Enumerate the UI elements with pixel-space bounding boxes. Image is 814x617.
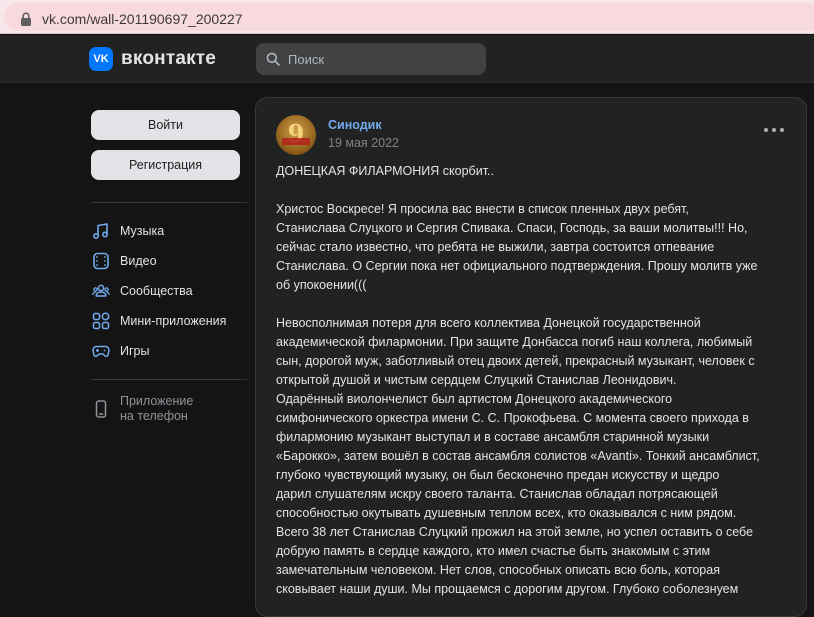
- sidebar-item-label: Видео: [120, 254, 157, 268]
- sidebar-item-label: Сообщества: [120, 284, 193, 298]
- post-text-line: глубоко чувствующий музыку, он был беско…: [276, 468, 720, 482]
- post-author-link[interactable]: Синодик: [328, 118, 382, 132]
- more-options-icon[interactable]: [764, 126, 784, 134]
- post-text-line: замечательным человеком. Нет слов, спосо…: [276, 563, 720, 577]
- post-text-line: сейчас стало известно, что ребята не выж…: [276, 240, 715, 254]
- register-button[interactable]: Регистрация: [91, 150, 240, 180]
- post-date[interactable]: 19 мая 2022: [328, 136, 399, 150]
- video-icon: [91, 251, 111, 271]
- music-icon: [91, 221, 111, 241]
- post-text: ДОНЕЦКАЯ ФИЛАРМОНИЯ скорбит.. Христос Вос…: [276, 162, 796, 599]
- sidebar-item-mobile-app[interactable]: Приложение на телефон: [91, 394, 230, 424]
- browser-address-bar: vk.com/wall-201190697_200227: [0, 0, 814, 34]
- sidebar-item-mini-apps[interactable]: Мини-приложения: [91, 306, 247, 336]
- post-text-line: добрую память в сердце каждого, кто имел…: [276, 544, 711, 558]
- login-button[interactable]: Войти: [91, 110, 240, 140]
- post-text-line: Станислава. О Сергии пока нет официально…: [276, 259, 758, 273]
- vk-logo[interactable]: VK вконтакте: [89, 46, 216, 72]
- communities-icon: [91, 281, 111, 301]
- post-text-line: симфонического оркестра имени С. С. Прок…: [276, 411, 749, 425]
- post-text-line: способностью окутывать душевным теплом в…: [276, 506, 737, 520]
- post-text-line: сковывает наши души. Мы прощаемся с доро…: [276, 582, 739, 596]
- vk-logo-mark: VK: [89, 47, 113, 71]
- sidebar-item-communities[interactable]: Сообщества: [91, 276, 247, 306]
- mini-apps-icon: [91, 311, 111, 331]
- post-text-line: сын, дорогой муж, заботливый отец двоих …: [276, 354, 755, 368]
- vk-logo-text: вконтакте: [121, 48, 217, 69]
- post-text-line: Христос Воскресе! Я просила вас внести в…: [276, 202, 689, 216]
- search-icon: [266, 52, 280, 66]
- post-text-line: открытой душой и чистым сердцем Слуцкий …: [276, 373, 677, 387]
- post-text-line: ДОНЕЦКАЯ ФИЛАРМОНИЯ скорбит..: [276, 164, 494, 178]
- sidebar-item-label: Игры: [120, 344, 150, 358]
- sidebar-item-label: Музыка: [120, 224, 165, 238]
- sidebar-divider: [91, 379, 247, 380]
- post-text-line: об упокоении(((: [276, 278, 367, 292]
- lock-icon: [21, 12, 31, 26]
- sidebar-divider: [91, 202, 247, 203]
- site-header: VK вконтакте: [0, 35, 814, 83]
- sidebar-item-video[interactable]: Видео: [91, 246, 247, 276]
- phone-icon: [91, 399, 111, 419]
- auth-buttons: Войти Регистрация: [91, 110, 247, 180]
- mobile-app-label-line2: на телефон: [120, 409, 188, 423]
- sidebar-item-label: Мини-приложения: [120, 314, 227, 328]
- avatar[interactable]: 9: [276, 115, 316, 155]
- mobile-app-label-line1: Приложение: [120, 394, 194, 408]
- url-text: vk.com/wall-201190697_200227: [42, 11, 243, 27]
- post-text-line: Станислава Слуцкого и Сергия Спивака. Сп…: [276, 221, 748, 235]
- wall-post: 9 Синодик 19 мая 2022 ДОНЕЦКАЯ ФИЛАРМОНИ…: [255, 97, 807, 617]
- post-text-line: Невосполнимая потеря для всего коллектив…: [276, 316, 701, 330]
- post-text-line: академической филармонии. При защите Дон…: [276, 335, 753, 349]
- games-icon: [91, 341, 111, 361]
- post-text-line: дарил слушателям искру своего таланта. С…: [276, 487, 718, 501]
- post-text-line: «Барокко», затем вошёл в состав ансамбля…: [276, 449, 760, 463]
- address-field[interactable]: vk.com/wall-201190697_200227: [4, 3, 814, 31]
- post-text-line: Одарённый виолончелист был артистом Доне…: [276, 392, 673, 406]
- mobile-app-label: Приложение на телефон: [120, 394, 230, 424]
- post-text-line: Всего 38 лет Станислав Слуцкий прожил на…: [276, 525, 754, 539]
- sidebar-nav: Музыка Видео Сообщества Мини-приложения …: [91, 216, 247, 366]
- sidebar-item-games[interactable]: Игры: [91, 336, 247, 366]
- search-box: [256, 43, 486, 75]
- search-input[interactable]: [288, 43, 478, 75]
- sidebar-item-music[interactable]: Музыка: [91, 216, 247, 246]
- post-text-line: филармонию музыкант выступал и в составе…: [276, 430, 710, 444]
